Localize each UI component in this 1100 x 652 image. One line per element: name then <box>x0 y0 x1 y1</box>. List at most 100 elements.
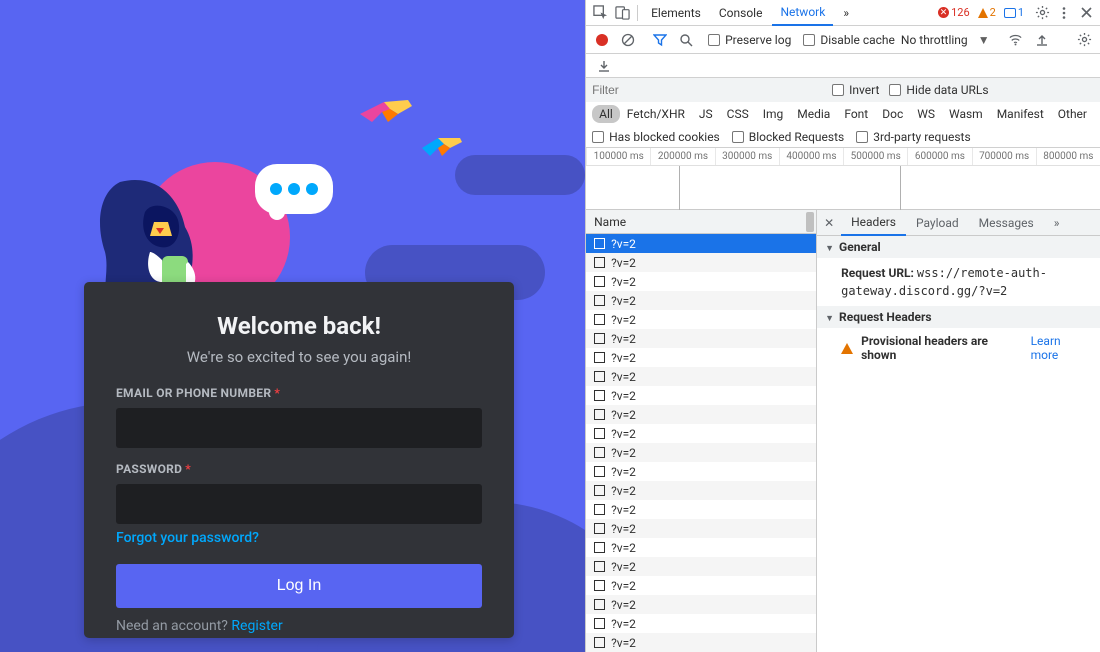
type-chip-css[interactable]: CSS <box>720 105 756 123</box>
websocket-icon <box>594 523 605 534</box>
tab-network[interactable]: Network <box>772 0 833 26</box>
invert-checkbox[interactable]: Invert <box>832 83 879 97</box>
filter-row: Invert Hide data URLs <box>586 78 1100 102</box>
request-name: ?v=2 <box>611 503 636 517</box>
type-chip-other[interactable]: Other <box>1051 105 1094 123</box>
hide-data-urls-checkbox[interactable]: Hide data URLs <box>889 83 988 97</box>
request-row[interactable]: ?v=2 <box>586 519 816 538</box>
close-icon[interactable] <box>1076 3 1096 23</box>
error-count-badge[interactable]: ✕126 <box>938 6 970 19</box>
preserve-log-checkbox[interactable]: Preserve log <box>708 33 791 47</box>
register-link[interactable]: Register <box>231 618 282 634</box>
request-name: ?v=2 <box>611 617 636 631</box>
email-input[interactable] <box>116 408 482 448</box>
request-row[interactable]: ?v=2 <box>586 633 816 652</box>
tab-headers[interactable]: Headers <box>841 210 906 236</box>
request-type-filter-row: AllFetch/XHRJSCSSImgMediaFontDocWSWasmMa… <box>586 102 1100 126</box>
provisional-headers-notice: Provisional headers are shown Learn more <box>817 328 1100 368</box>
forgot-password-link[interactable]: Forgot your password? <box>116 530 259 546</box>
request-row[interactable]: ?v=2 <box>586 310 816 329</box>
request-row[interactable]: ?v=2 <box>586 481 816 500</box>
websocket-icon <box>594 390 605 401</box>
timeline-overview[interactable]: 100000 ms200000 ms300000 ms400000 ms5000… <box>586 148 1100 210</box>
request-row[interactable]: ?v=2 <box>586 329 816 348</box>
learn-more-link[interactable]: Learn more <box>1031 334 1090 362</box>
device-toggle-icon[interactable] <box>612 3 632 23</box>
request-row[interactable]: ?v=2 <box>586 272 816 291</box>
request-row[interactable]: ?v=2 <box>586 386 816 405</box>
tab-detail-more[interactable]: » <box>1044 210 1070 236</box>
request-row[interactable]: ?v=2 <box>586 462 816 481</box>
type-chip-manifest[interactable]: Manifest <box>990 105 1051 123</box>
request-row[interactable]: ?v=2 <box>586 576 816 595</box>
request-row[interactable]: ?v=2 <box>586 234 816 253</box>
request-row[interactable]: ?v=2 <box>586 614 816 633</box>
type-chip-doc[interactable]: Doc <box>875 105 910 123</box>
type-chip-fetchxhr[interactable]: Fetch/XHR <box>620 105 692 123</box>
request-row[interactable]: ?v=2 <box>586 253 816 272</box>
timeline-tick: 400000 ms <box>779 148 843 165</box>
type-chip-ws[interactable]: WS <box>910 105 942 123</box>
upload-har-icon[interactable] <box>1032 30 1052 50</box>
request-name: ?v=2 <box>611 427 636 441</box>
request-row[interactable]: ?v=2 <box>586 443 816 462</box>
request-headers-section-header[interactable]: Request Headers <box>817 306 1100 328</box>
gear-icon[interactable] <box>1032 3 1052 23</box>
warning-count-badge[interactable]: 2 <box>978 6 996 19</box>
kebab-menu-icon[interactable] <box>1054 3 1074 23</box>
password-label: PASSWORD* <box>116 462 482 476</box>
websocket-icon <box>594 295 605 306</box>
third-party-checkbox[interactable]: 3rd-party requests <box>856 130 970 144</box>
close-detail-icon[interactable]: ✕ <box>817 216 841 230</box>
download-har-icon[interactable] <box>594 56 614 76</box>
tab-console[interactable]: Console <box>711 0 771 26</box>
request-name: ?v=2 <box>611 351 636 365</box>
gear-icon[interactable] <box>1074 30 1094 50</box>
websocket-icon <box>594 428 605 439</box>
record-icon[interactable] <box>592 30 612 50</box>
type-chip-font[interactable]: Font <box>837 105 875 123</box>
request-row[interactable]: ?v=2 <box>586 424 816 443</box>
request-detail-panel: ✕ Headers Payload Messages » General Req… <box>816 210 1100 652</box>
request-name: ?v=2 <box>611 465 636 479</box>
request-row[interactable]: ?v=2 <box>586 557 816 576</box>
request-row[interactable]: ?v=2 <box>586 595 816 614</box>
type-chip-media[interactable]: Media <box>790 105 837 123</box>
disable-cache-checkbox[interactable]: Disable cache <box>803 33 895 47</box>
type-chip-js[interactable]: JS <box>692 105 720 123</box>
websocket-icon <box>594 580 605 591</box>
request-row[interactable]: ?v=2 <box>586 291 816 310</box>
tab-payload[interactable]: Payload <box>906 210 969 236</box>
general-section-header[interactable]: General <box>817 236 1100 258</box>
bird-icon <box>358 98 414 130</box>
info-count-badge[interactable]: 1 <box>1004 6 1024 19</box>
clear-icon[interactable] <box>618 30 638 50</box>
filter-input[interactable] <box>592 82 822 98</box>
scrollbar-hint[interactable] <box>806 212 814 232</box>
blocked-requests-checkbox[interactable]: Blocked Requests <box>732 130 844 144</box>
timeline-tick: 200000 ms <box>650 148 714 165</box>
websocket-icon <box>594 314 605 325</box>
password-input[interactable] <box>116 484 482 524</box>
request-row[interactable]: ?v=2 <box>586 348 816 367</box>
type-chip-img[interactable]: Img <box>756 105 791 123</box>
type-chip-wasm[interactable]: Wasm <box>942 105 990 123</box>
filter-icon[interactable] <box>650 30 670 50</box>
tab-more[interactable]: » <box>835 0 857 26</box>
network-conditions-icon[interactable] <box>1006 30 1026 50</box>
request-row[interactable]: ?v=2 <box>586 500 816 519</box>
request-row[interactable]: ?v=2 <box>586 405 816 424</box>
request-row[interactable]: ?v=2 <box>586 367 816 386</box>
tab-elements[interactable]: Elements <box>643 0 709 26</box>
login-button[interactable]: Log In <box>116 564 482 608</box>
request-list-header[interactable]: Name <box>586 210 816 234</box>
throttling-select[interactable]: No throttling <box>901 33 968 47</box>
tab-messages[interactable]: Messages <box>969 210 1044 236</box>
inspect-element-icon[interactable] <box>590 3 610 23</box>
request-url-row: Request URL: wss://remote-auth-gateway.d… <box>817 258 1100 306</box>
type-chip-all[interactable]: All <box>592 105 620 123</box>
blocked-cookies-checkbox[interactable]: Has blocked cookies <box>592 130 720 144</box>
chevron-down-icon[interactable]: ▼ <box>974 30 994 50</box>
search-icon[interactable] <box>676 30 696 50</box>
request-row[interactable]: ?v=2 <box>586 538 816 557</box>
